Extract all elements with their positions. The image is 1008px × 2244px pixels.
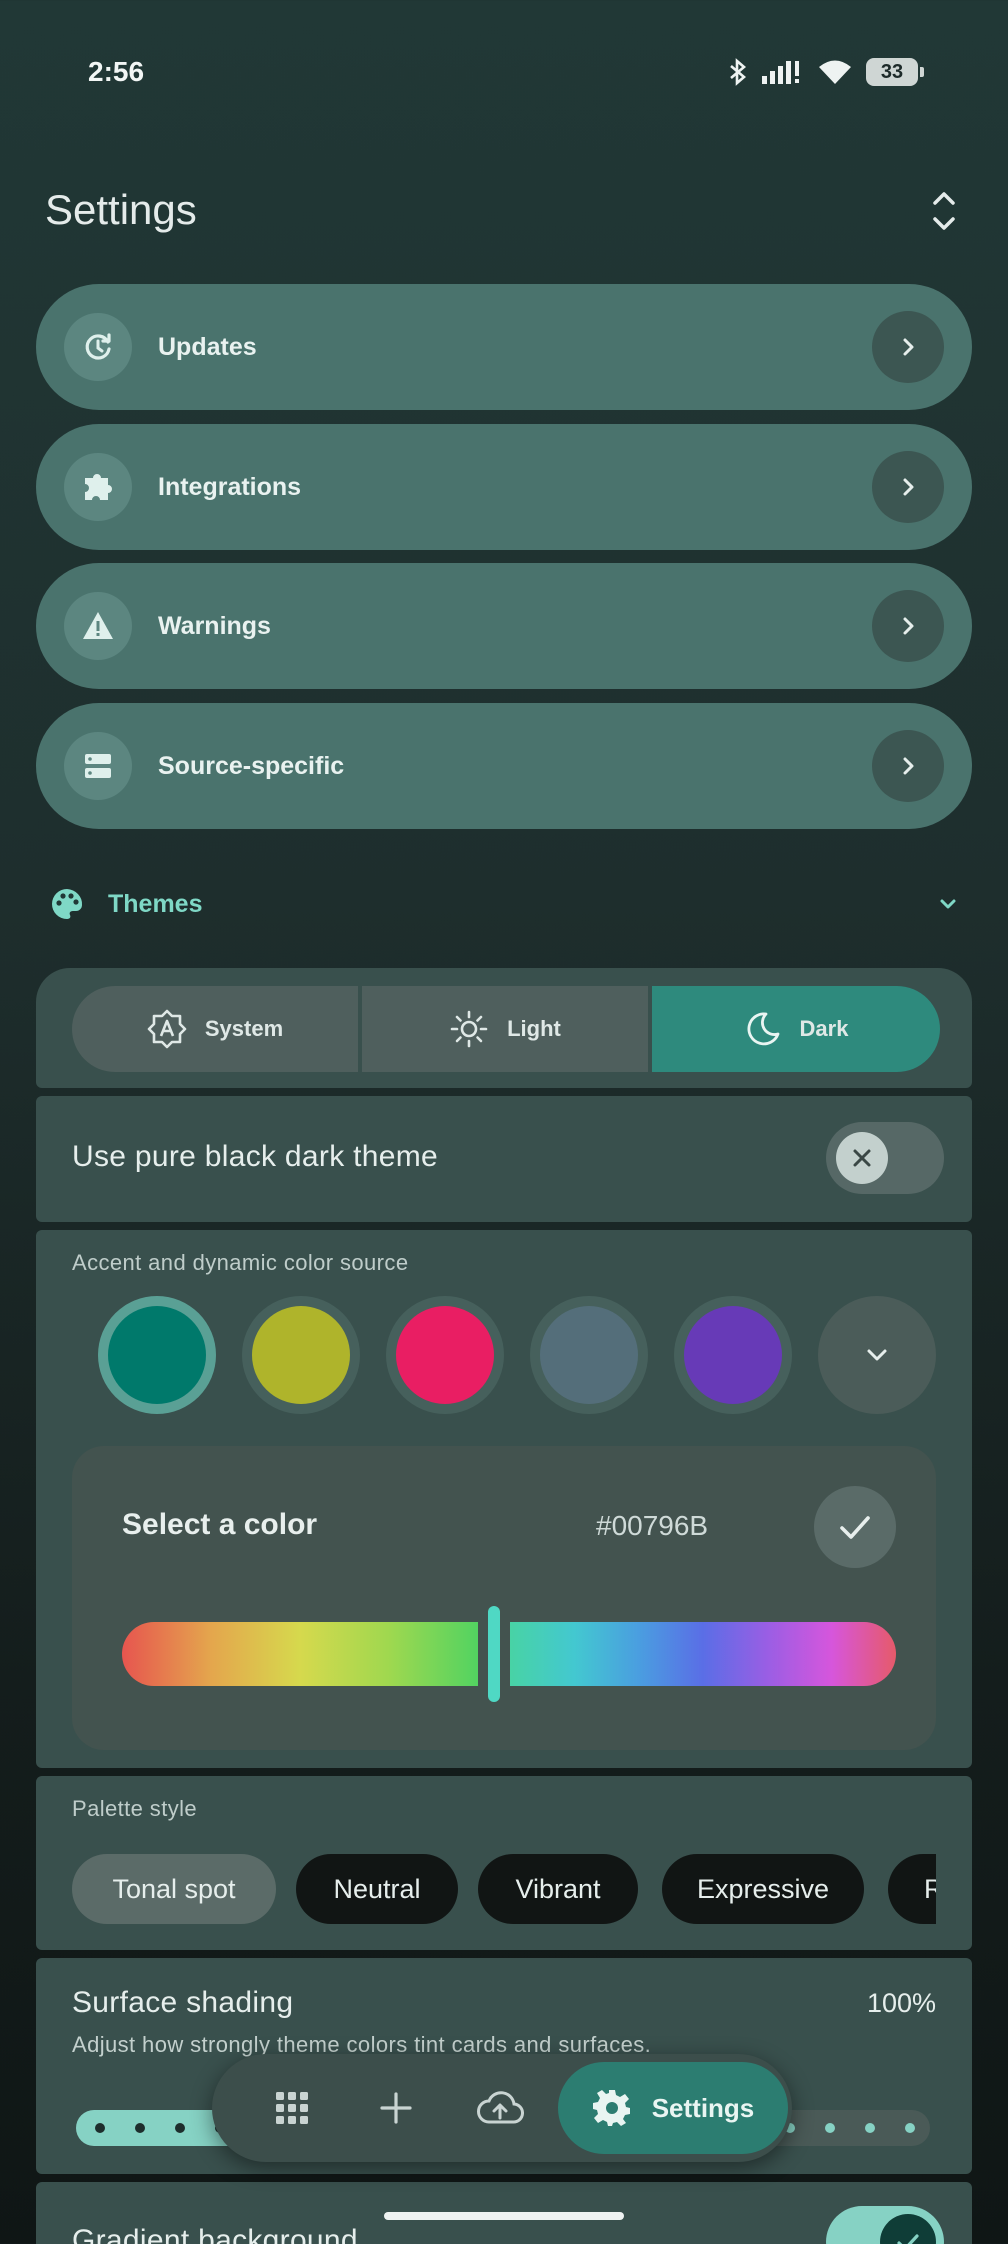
surface-shading-title: Surface shading <box>72 1986 294 2019</box>
nav-settings-label: Settings <box>651 2092 755 2123</box>
nav-backup-button[interactable] <box>448 2066 552 2150</box>
color-swatch-pink[interactable] <box>386 1296 504 1414</box>
color-swatch-blue-grey[interactable] <box>530 1296 648 1414</box>
toggle-knob <box>836 1132 888 1184</box>
nav-item-label: Source-specific <box>158 751 345 780</box>
confirm-color-button[interactable] <box>814 1486 896 1568</box>
theme-option-label: Light <box>507 1016 561 1041</box>
hue-slider-thumb[interactable] <box>488 1606 500 1702</box>
puzzle-icon <box>64 453 132 521</box>
swatch-dot <box>108 1306 206 1404</box>
more-colors-button[interactable] <box>818 1296 936 1414</box>
hue-track-right <box>510 1622 896 1686</box>
gradient-background-label: Gradient background <box>72 2224 358 2244</box>
nav-item-label: Integrations <box>158 472 302 501</box>
color-swatch-olive[interactable] <box>242 1296 360 1414</box>
theme-option-system[interactable]: System <box>72 986 358 1072</box>
nav-item-updates[interactable]: Updates <box>36 284 972 410</box>
nav-item-label: Updates <box>158 332 257 361</box>
plus-icon <box>380 2092 412 2124</box>
palette-chip-expressive[interactable]: Expressive <box>662 1854 864 1924</box>
unfold-icon <box>933 192 955 230</box>
chevron-right-icon <box>872 311 944 383</box>
palette-icon <box>52 889 83 919</box>
palette-chip-row: Tonal spot Neutral Vibrant Expressive R <box>72 1776 936 1950</box>
nav-item-source-specific[interactable]: Source-specific <box>36 703 972 829</box>
battery-indicator: 33 <box>866 58 924 86</box>
home-indicator[interactable] <box>384 2212 624 2220</box>
chevron-down-icon <box>940 899 956 909</box>
color-swatch-teal[interactable] <box>98 1296 216 1414</box>
theme-option-label: System <box>204 1016 284 1041</box>
chevron-right-icon <box>872 590 944 662</box>
page-title: Settings <box>45 186 197 233</box>
hex-value: #00796B <box>596 1510 709 1541</box>
theme-option-dark[interactable]: Dark <box>652 986 940 1072</box>
brightness-auto-icon <box>147 1009 187 1049</box>
storage-icon <box>64 732 132 800</box>
accent-label: Accent and dynamic color source <box>72 1250 409 1275</box>
nav-item-integrations[interactable]: Integrations <box>36 424 972 550</box>
bluetooth-icon <box>730 58 747 86</box>
palette-chip-tonal-spot[interactable]: Tonal spot <box>72 1854 276 1924</box>
chevron-down-icon <box>867 1349 887 1361</box>
theme-option-light[interactable]: Light <box>362 986 648 1072</box>
pure-black-toggle[interactable] <box>826 1122 944 1194</box>
expand-collapse-button[interactable] <box>924 186 964 236</box>
hue-track-left <box>122 1622 478 1686</box>
accent-color-card: Accent and dynamic color source Select a… <box>36 1230 972 1768</box>
grid-icon <box>276 2092 308 2124</box>
nav-add-button[interactable] <box>344 2066 448 2150</box>
palette-chip-more[interactable]: R <box>888 1854 936 1924</box>
swatch-dot <box>252 1306 350 1404</box>
pure-black-label: Use pure black dark theme <box>72 1140 439 1173</box>
nav-item-warnings[interactable]: Warnings <box>36 563 972 689</box>
close-icon <box>853 1149 871 1167</box>
theme-option-label: Dark <box>799 1016 849 1041</box>
wifi-icon <box>819 60 851 84</box>
palette-style-card: Palette style Tonal spot Neutral Vibrant… <box>36 1776 972 1950</box>
signal-icon <box>762 61 799 84</box>
section-label: Themes <box>108 889 203 918</box>
swatch-dot <box>684 1306 782 1404</box>
color-swatch-purple[interactable] <box>674 1296 792 1414</box>
gradient-background-toggle[interactable] <box>826 2206 944 2244</box>
pure-black-card: Use pure black dark theme <box>36 1096 972 1222</box>
palette-chip-neutral[interactable]: Neutral <box>296 1854 458 1924</box>
check-icon <box>897 2234 919 2244</box>
theme-mode-card: System Light Dark <box>36 968 972 1088</box>
nav-settings-button[interactable]: Settings <box>558 2062 788 2154</box>
picker-title: Select a color <box>122 1508 318 1541</box>
palette-chip-vibrant[interactable]: Vibrant <box>478 1854 638 1924</box>
color-picker-panel: Select a color #00796B <box>72 1446 936 1750</box>
chevron-right-icon <box>872 451 944 523</box>
sun-icon <box>450 1010 488 1048</box>
update-icon <box>64 313 132 381</box>
status-icons: 33 <box>728 58 924 86</box>
nav-item-label: Warnings <box>158 611 271 640</box>
status-time: 2:56 <box>88 56 145 87</box>
swatch-dot <box>540 1306 638 1404</box>
nav-library-button[interactable] <box>240 2066 344 2150</box>
hue-slider[interactable] <box>122 1606 896 1702</box>
toggle-knob <box>880 2214 936 2244</box>
check-icon <box>840 1516 870 1539</box>
warning-icon <box>64 592 132 660</box>
bottom-navigation-bar: Settings <box>212 2054 792 2162</box>
surface-shading-value: 100% <box>866 1988 936 2018</box>
moon-icon <box>747 1012 779 1046</box>
swatch-dot <box>396 1306 494 1404</box>
chevron-right-icon <box>872 730 944 802</box>
themes-section-header[interactable]: Themes <box>50 882 960 926</box>
cloud-upload-icon <box>477 2091 524 2124</box>
gear-icon <box>592 2090 630 2126</box>
